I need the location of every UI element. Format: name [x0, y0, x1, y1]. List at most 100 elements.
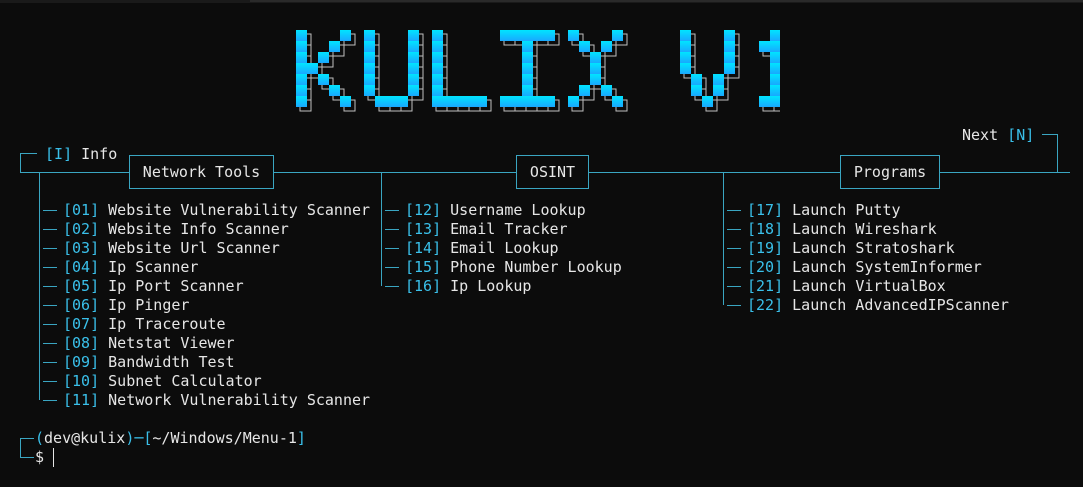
item-number: 02	[72, 220, 91, 238]
logo-block	[386, 96, 397, 107]
menu-item-04[interactable]: [04] Ip Scanner	[43, 258, 199, 277]
prompt-tree-top	[20, 438, 34, 439]
logo-block	[770, 85, 780, 96]
next-key: N	[1016, 126, 1026, 144]
logo-block	[770, 41, 780, 52]
menu-item-02[interactable]: [02] Website Info Scanner	[43, 220, 289, 239]
logo-block	[544, 96, 555, 107]
menu-item-12[interactable]: [12] Username Lookup	[385, 201, 586, 220]
logo-block	[724, 63, 735, 74]
logo-block	[702, 96, 713, 107]
menu-item-19[interactable]: [19] Launch Stratoshark	[727, 239, 955, 258]
prompt-tree-bottom	[20, 457, 34, 458]
logo-block	[318, 52, 329, 63]
logo-block	[691, 74, 702, 85]
logo-block	[522, 41, 533, 52]
menu-item-13[interactable]: [13] Email Tracker	[385, 220, 568, 239]
menu-item-18[interactable]: [18] Launch Wireshark	[727, 220, 937, 239]
logo-block	[601, 41, 612, 52]
logo-block	[680, 30, 691, 41]
logo-block	[408, 52, 419, 63]
item-label: Launch AdvancedIPScanner	[792, 296, 1009, 314]
section-osint: OSINT	[516, 155, 589, 189]
menu-item-03[interactable]: [03] Website Url Scanner	[43, 239, 280, 258]
item-number: 07	[72, 315, 91, 333]
item-label: Email Lookup	[450, 239, 559, 257]
logo-block	[408, 63, 419, 74]
logo-block	[340, 96, 351, 107]
menu-item-09[interactable]: [09] Bandwidth Test	[43, 353, 235, 372]
menu-item-01[interactable]: [01] Website Vulnerability Scanner	[43, 201, 370, 220]
logo-block	[364, 85, 375, 96]
item-label: Ip Scanner	[108, 258, 199, 276]
item-label: Ip Port Scanner	[108, 277, 244, 295]
text-cursor	[53, 448, 54, 467]
logo-block	[432, 41, 443, 52]
logo-block	[432, 30, 443, 41]
item-label: Ip Pinger	[108, 296, 190, 314]
item-number: 18	[756, 220, 775, 238]
logo-block	[408, 85, 419, 96]
logo-block	[579, 85, 590, 96]
menu-item-11[interactable]: [11] Network Vulnerability Scanner	[43, 391, 370, 410]
menu-item-14[interactable]: [14] Email Lookup	[385, 239, 559, 258]
logo-block	[296, 96, 307, 107]
menu-item-10[interactable]: [10] Subnet Calculator	[43, 372, 262, 391]
item-number: 11	[72, 391, 91, 409]
logo-block	[432, 52, 443, 63]
logo-block	[770, 52, 780, 63]
menu-item-07[interactable]: [07] Ip Traceroute	[43, 315, 226, 334]
logo-block	[364, 74, 375, 85]
logo-block	[522, 30, 533, 41]
logo-block	[511, 30, 522, 41]
menu-item-17[interactable]: [17] Launch Putty	[727, 201, 901, 220]
section-title: Network Tools	[142, 163, 261, 181]
menu-item-22[interactable]: [22] Launch AdvancedIPScanner	[727, 296, 1009, 315]
logo-block	[568, 96, 579, 107]
item-number: 06	[72, 296, 91, 314]
item-number: 12	[414, 201, 433, 219]
menu-item-20[interactable]: [20] Launch SystemInformer	[727, 258, 982, 277]
menu-item-08[interactable]: [08] Netstat Viewer	[43, 334, 235, 353]
item-number: 15	[414, 258, 433, 276]
logo-block	[364, 63, 375, 74]
item-number: 16	[414, 277, 433, 295]
item-number: 05	[72, 277, 91, 295]
item-label: Phone Number Lookup	[450, 258, 622, 276]
tree-line-osint	[381, 172, 382, 286]
next-label: Next	[962, 126, 999, 144]
logo-block	[612, 30, 623, 41]
tree-line-network	[39, 172, 40, 400]
logo-block	[296, 41, 307, 52]
menu-item-16[interactable]: [16] Ip Lookup	[385, 277, 532, 296]
logo-block	[680, 52, 691, 63]
logo-block	[408, 74, 419, 85]
info-key: I	[54, 145, 64, 163]
section-network-tools: Network Tools	[129, 155, 274, 189]
item-number: 09	[72, 353, 91, 371]
menu-item-05[interactable]: [05] Ip Port Scanner	[43, 277, 244, 296]
info-label: Info	[81, 145, 118, 163]
logo-block	[770, 30, 780, 41]
logo-block	[568, 30, 579, 41]
logo-block	[364, 52, 375, 63]
menu-item-06[interactable]: [06] Ip Pinger	[43, 296, 190, 315]
logo-block	[522, 96, 533, 107]
logo-block	[579, 41, 590, 52]
item-number: 13	[414, 220, 433, 238]
menu-item-21[interactable]: [21] Launch VirtualBox	[727, 277, 946, 296]
item-number: 21	[756, 277, 775, 295]
item-label: Ip Lookup	[450, 277, 532, 295]
section-programs: Programs	[840, 155, 940, 189]
prompt-input[interactable]: $	[35, 448, 44, 467]
item-number: 19	[756, 239, 775, 257]
header-right-drop	[1057, 134, 1058, 172]
info-option[interactable]: [I] Info	[45, 145, 117, 164]
logo-block	[364, 41, 375, 52]
logo-block	[408, 30, 419, 41]
logo-block	[759, 41, 770, 52]
menu-item-15[interactable]: [15] Phone Number Lookup	[385, 258, 622, 277]
logo-block	[340, 30, 351, 41]
logo-block	[724, 30, 735, 41]
next-option[interactable]: Next [N]	[962, 126, 1034, 145]
